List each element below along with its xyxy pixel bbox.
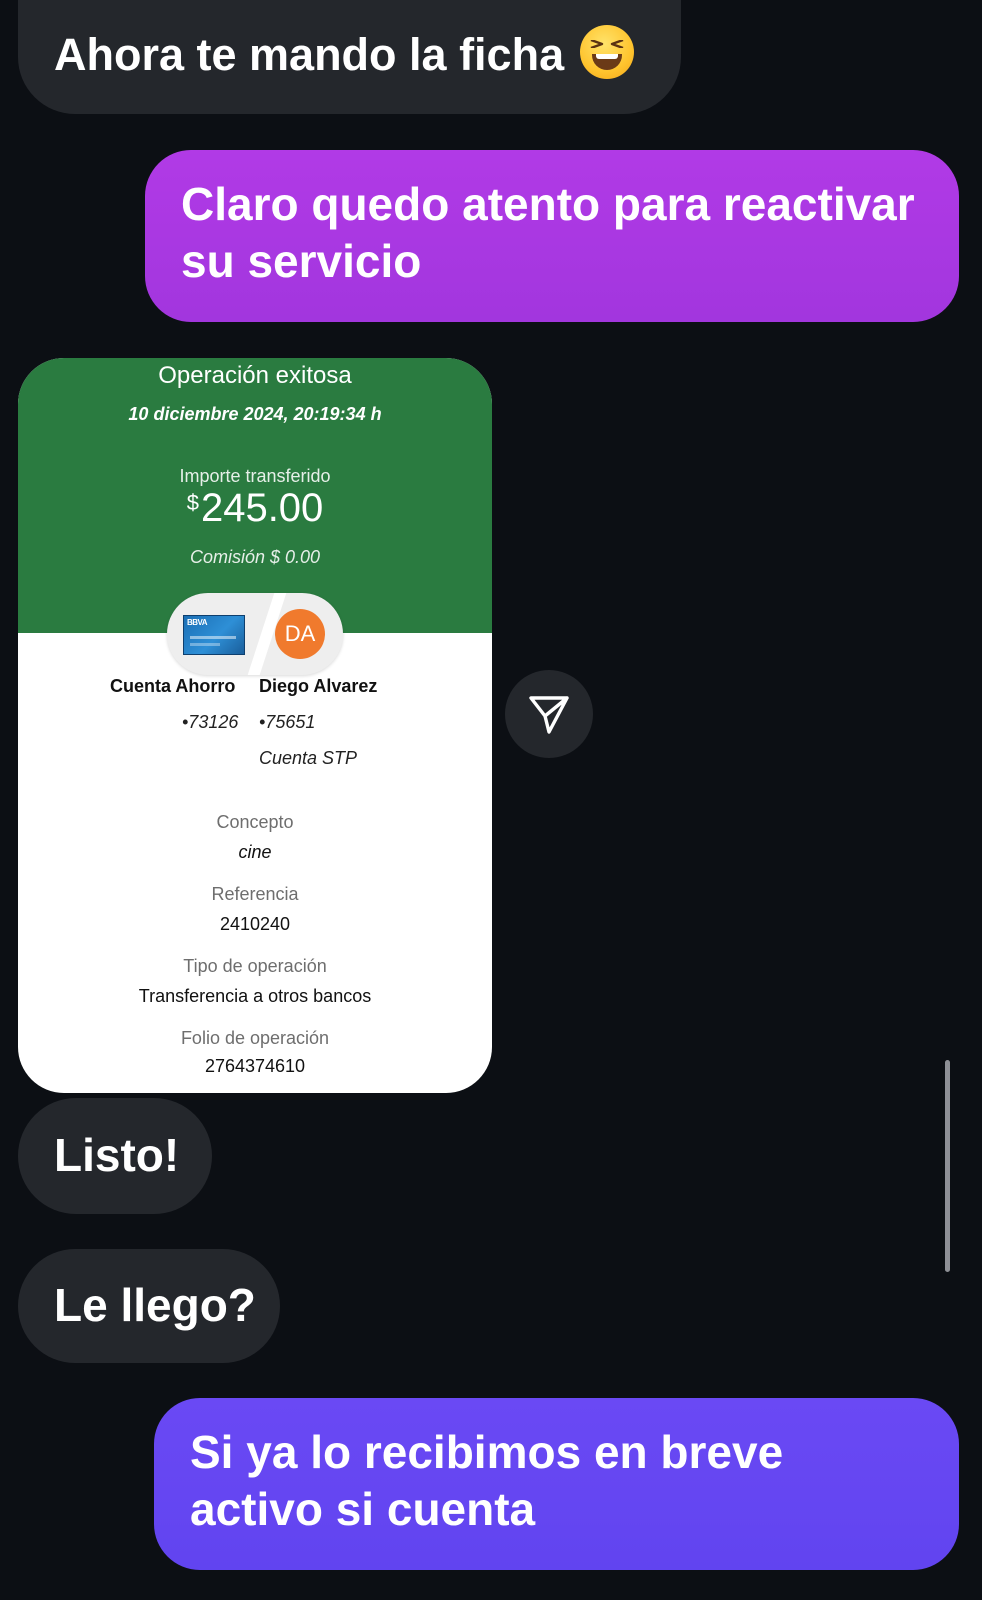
from-account-number: •73126 bbox=[182, 712, 239, 732]
message-bubble-incoming[interactable]: Le llego? bbox=[18, 1249, 280, 1363]
reference-label: Referencia bbox=[211, 884, 299, 904]
message-bubble-incoming[interactable]: Listo! bbox=[18, 1098, 212, 1214]
message-text: Si ya lo recibimos en breve activo si cu… bbox=[190, 1426, 784, 1535]
grinning-squinting-face-icon bbox=[580, 25, 635, 80]
amount-number: 245.00 bbox=[200, 486, 324, 530]
folio-value: 2764374610 bbox=[204, 1056, 306, 1076]
folio-label: Folio de operación bbox=[180, 1028, 330, 1048]
operation-type-label: Tipo de operación bbox=[183, 956, 327, 976]
receipt-title: Operación exitosa bbox=[158, 362, 352, 389]
receipt-image-message[interactable]: Operación exitosa 10 diciembre 2024, 20:… bbox=[18, 358, 492, 1093]
message-bubble-outgoing[interactable]: Claro quedo atento para reactivar su ser… bbox=[145, 150, 959, 322]
fee-text: Comisión $ 0.00 bbox=[189, 547, 321, 567]
bank-logo-text: BBVA bbox=[187, 618, 208, 627]
message-text: Listo! bbox=[54, 1129, 180, 1181]
bank-card-icon: BBVA bbox=[183, 615, 245, 655]
transfer-parties-pill: BBVA DA bbox=[167, 593, 343, 675]
currency-symbol: $ bbox=[186, 490, 199, 515]
message-text: Le llego? bbox=[54, 1279, 256, 1331]
message-bubble-incoming[interactable]: Ahora te mando la ficha bbox=[18, 0, 681, 114]
to-account-type: Cuenta STP bbox=[259, 748, 358, 768]
message-text: Ahora te mando la ficha bbox=[54, 29, 565, 81]
message-bubble-outgoing[interactable]: Si ya lo recibimos en breve activo si cu… bbox=[154, 1398, 959, 1570]
receipt-date: 10 diciembre 2024, 20:19:34 h bbox=[128, 404, 382, 424]
message-text: Claro quedo atento para reactivar su ser… bbox=[181, 178, 915, 287]
amount-label: Importe transferido bbox=[179, 466, 331, 486]
to-account-number: •75651 bbox=[259, 712, 316, 732]
paper-plane-icon bbox=[529, 696, 569, 734]
scrollbar-thumb[interactable] bbox=[945, 1060, 950, 1272]
recipient-avatar: DA bbox=[275, 609, 325, 659]
operation-type-value: Transferencia a otros bancos bbox=[138, 986, 372, 1006]
reference-value: 2410240 bbox=[219, 914, 291, 934]
concept-label: Concepto bbox=[216, 812, 294, 832]
concept-value: cine bbox=[238, 842, 272, 862]
from-account-name: Cuenta Ahorro bbox=[110, 676, 236, 696]
share-button[interactable] bbox=[505, 670, 593, 758]
to-account-name: Diego Alvarez bbox=[259, 676, 378, 696]
amount-value: $245.00 bbox=[18, 486, 492, 531]
